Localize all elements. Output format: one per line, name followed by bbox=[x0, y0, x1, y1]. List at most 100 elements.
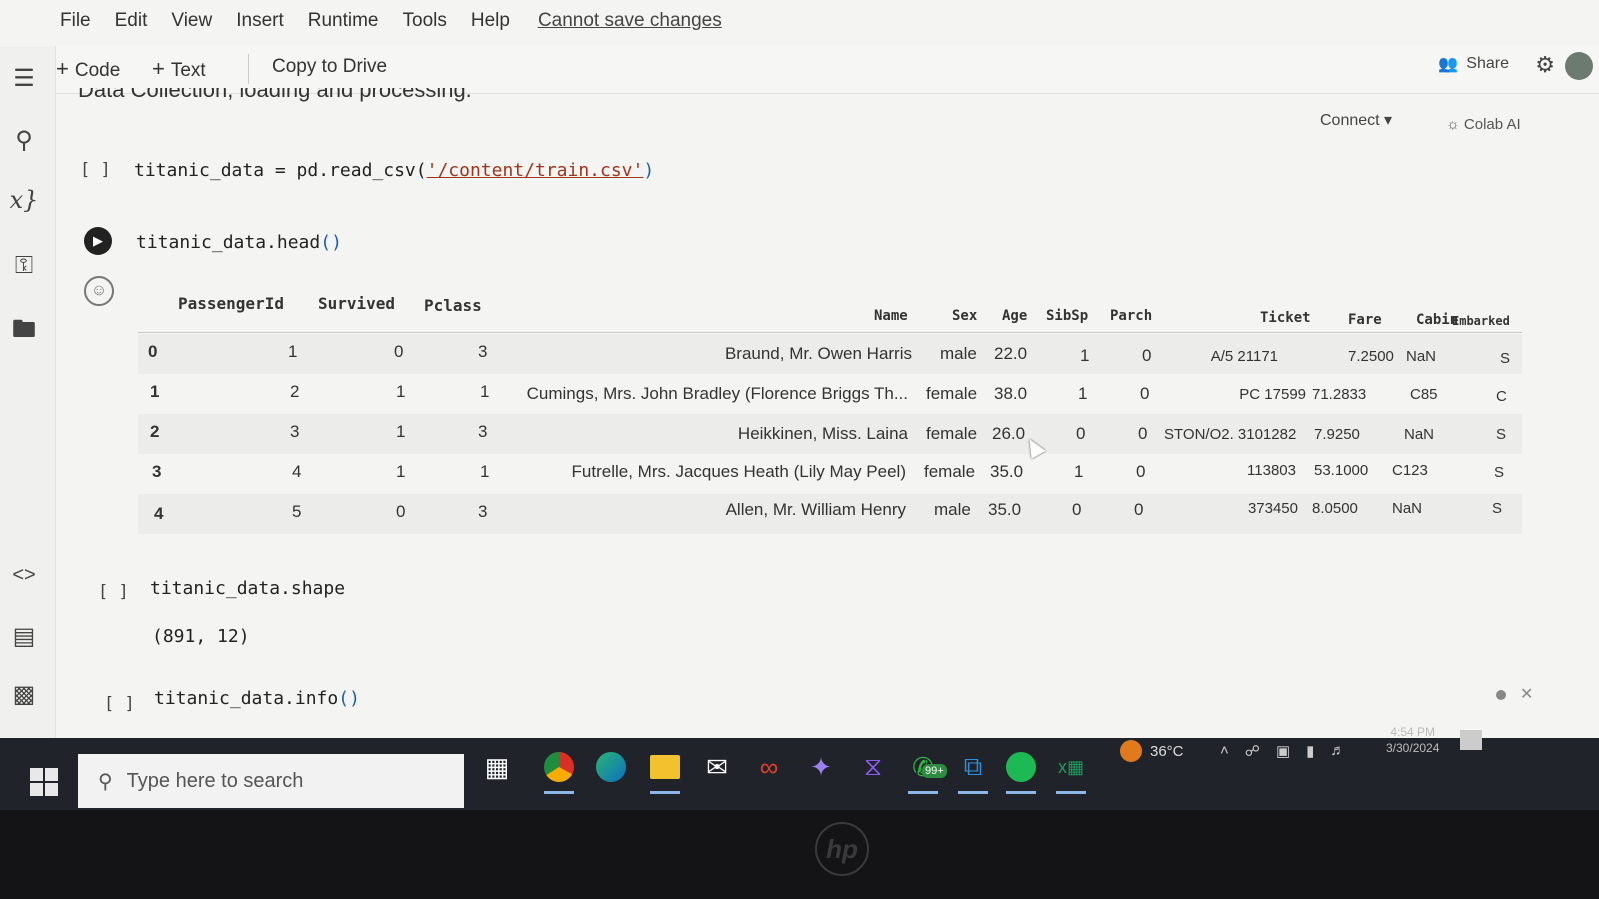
add-code-button[interactable]: + Code bbox=[56, 56, 120, 82]
menu-runtime[interactable]: Runtime bbox=[308, 10, 379, 32]
search-icon: ⚲ bbox=[98, 770, 113, 793]
code-paren: ) bbox=[643, 160, 655, 181]
table-row: 1 2 1 1 Cumings, Mrs. John Bradley (Flor… bbox=[138, 374, 1522, 414]
code-text: titanic_data.info bbox=[154, 688, 339, 709]
row-index: 1 bbox=[150, 382, 160, 401]
battery-icon[interactable]: ▮ bbox=[1306, 742, 1314, 760]
code-cell-shape[interactable]: titanic_data.shape bbox=[150, 578, 345, 599]
cell-run-indicator[interactable]: [ ] bbox=[104, 694, 135, 714]
cell-survived: 1 bbox=[396, 422, 406, 441]
menu-tools[interactable]: Tools bbox=[403, 10, 447, 32]
add-text-label: Text bbox=[170, 60, 206, 81]
file-explorer-icon[interactable] bbox=[644, 746, 686, 794]
search-placeholder: Type here to search bbox=[126, 769, 304, 792]
menu-file[interactable]: File bbox=[60, 10, 91, 32]
menu-insert[interactable]: Insert bbox=[236, 10, 284, 32]
mail-icon[interactable]: ✉ bbox=[696, 746, 738, 788]
chevron-up-icon[interactable]: ˄ bbox=[1220, 742, 1229, 760]
play-icon[interactable]: ▶ bbox=[84, 227, 112, 255]
notification-icon[interactable] bbox=[1460, 730, 1482, 750]
task-view-icon[interactable]: ▦ bbox=[476, 746, 518, 788]
code-cell-read-csv[interactable]: titanic_data = pd.read_csv('/content/tra… bbox=[134, 160, 654, 181]
windows-icon[interactable] bbox=[30, 768, 58, 796]
cell-passengerid: 4 bbox=[292, 462, 302, 481]
table-row: 2 3 1 3 Heikkinen, Miss. Laina female 26… bbox=[138, 414, 1522, 454]
column-header: PassengerId bbox=[178, 294, 284, 313]
taskbar: ⚲ Type here to search ▦ ✉ ∞ ✦ ⧖ ✆99+ ⧉ x… bbox=[0, 725, 1599, 810]
clock[interactable]: 4:54 PM 3/30/2024 bbox=[1386, 724, 1439, 756]
left-sidebar: ☰ ⚲ x} ⚿ 🖿 <> ▤ ▩ bbox=[0, 46, 56, 760]
temperature: 36°C bbox=[1150, 742, 1184, 760]
share-button[interactable]: 👥 Share bbox=[1438, 54, 1509, 74]
column-header: Age bbox=[1002, 308, 1028, 324]
chrome-icon[interactable] bbox=[538, 746, 580, 794]
colab-ai-button[interactable]: ☼ Colab AI bbox=[1446, 116, 1521, 133]
cell-survived: 0 bbox=[396, 502, 406, 521]
cell-parch: 0 bbox=[1134, 500, 1144, 519]
search-icon[interactable]: ⚲ bbox=[4, 126, 44, 155]
cell-run-indicator[interactable]: [ ] bbox=[80, 160, 111, 180]
share-label: Share bbox=[1466, 55, 1509, 72]
spotify-icon[interactable] bbox=[1000, 746, 1042, 794]
cell-embarked: C bbox=[1496, 388, 1507, 405]
cell-sibsp: 0 bbox=[1072, 500, 1082, 519]
taskbar-search-input[interactable]: ⚲ Type here to search bbox=[78, 754, 464, 808]
terminal-icon[interactable]: ▩ bbox=[4, 680, 44, 709]
menu-view[interactable]: View bbox=[171, 10, 212, 32]
excel-icon[interactable]: x▦ bbox=[1050, 746, 1092, 794]
code-cell-head[interactable]: titanic_data.head() bbox=[136, 232, 342, 253]
edge-icon[interactable] bbox=[590, 746, 632, 788]
cell-ticket: 373450 bbox=[1247, 500, 1298, 517]
output-user-icon: ☺ bbox=[84, 276, 114, 306]
avatar[interactable] bbox=[1565, 52, 1593, 80]
cell-name: Heikkinen, Miss. Laina bbox=[737, 424, 908, 443]
whatsapp-icon[interactable]: ✆99+ bbox=[902, 746, 947, 794]
variables-icon[interactable]: x} bbox=[4, 186, 44, 214]
folder-icon[interactable]: 🖿 bbox=[4, 312, 44, 353]
close-icon[interactable]: ✕ bbox=[1520, 684, 1533, 704]
cell-ticket: STON/O2. 3101282 bbox=[1164, 426, 1297, 443]
key-icon[interactable]: ⚿ bbox=[4, 252, 44, 280]
cell-passengerid: 2 bbox=[290, 382, 300, 401]
cell-name: Allen, Mr. William Henry bbox=[725, 500, 906, 519]
column-header: Fare bbox=[1348, 312, 1382, 328]
chevron-down-icon: ▾ bbox=[1384, 112, 1393, 129]
menu-help[interactable]: Help bbox=[471, 10, 510, 32]
unsaved-notice-link[interactable]: Cannot save changes bbox=[538, 10, 722, 32]
code-string: '/content/train.csv' bbox=[426, 160, 644, 181]
display-icon[interactable]: ▣ bbox=[1276, 742, 1290, 760]
cell-cabin: C85 bbox=[1410, 386, 1438, 403]
copy-to-drive-button[interactable]: Copy to Drive bbox=[272, 56, 387, 78]
cell-embarked: S bbox=[1496, 426, 1507, 443]
date: 3/30/2024 bbox=[1386, 741, 1440, 755]
add-code-label: Code bbox=[74, 60, 121, 81]
cell-sex: male bbox=[934, 500, 971, 519]
code-cell-info[interactable]: titanic_data.info() bbox=[154, 688, 360, 709]
code-snippets-icon[interactable]: <> bbox=[4, 564, 44, 587]
sun-icon bbox=[1120, 740, 1142, 762]
copilot-icon[interactable]: ✦ bbox=[800, 746, 842, 788]
cell-ticket: A/5 21171 bbox=[1210, 348, 1278, 365]
cell-name: Futrelle, Mrs. Jacques Heath (Lily May P… bbox=[571, 462, 906, 481]
vscode-icon[interactable]: ⧉ bbox=[952, 746, 994, 794]
gear-icon[interactable]: ⚙ bbox=[1535, 52, 1555, 78]
cell-run-indicator[interactable]: [ ] bbox=[98, 582, 129, 602]
add-text-button[interactable]: + Text bbox=[152, 56, 206, 82]
plus-icon: + bbox=[152, 56, 165, 81]
cell-survived: 0 bbox=[394, 342, 404, 361]
menu-edit[interactable]: Edit bbox=[115, 10, 148, 32]
menu-icon[interactable]: ☰ bbox=[4, 64, 44, 93]
cell-output-text: (891, 12) bbox=[152, 626, 250, 647]
command-palette-icon[interactable]: ▤ bbox=[4, 622, 44, 651]
hp-logo-icon: hp bbox=[815, 822, 869, 876]
connect-button[interactable]: Connect ▾ bbox=[1320, 110, 1392, 130]
cell-fare: 8.0500 bbox=[1312, 500, 1358, 517]
network-icon[interactable]: ☍ bbox=[1245, 742, 1260, 760]
infinity-icon[interactable]: ∞ bbox=[748, 746, 790, 788]
status-indicator bbox=[1496, 690, 1506, 700]
cell-parch: 0 bbox=[1138, 424, 1148, 443]
volume-icon[interactable]: ♬ bbox=[1330, 742, 1345, 760]
weather-widget[interactable]: 36°C bbox=[1120, 740, 1184, 762]
vs-icon[interactable]: ⧖ bbox=[852, 746, 894, 788]
toolbar-divider bbox=[248, 54, 249, 84]
